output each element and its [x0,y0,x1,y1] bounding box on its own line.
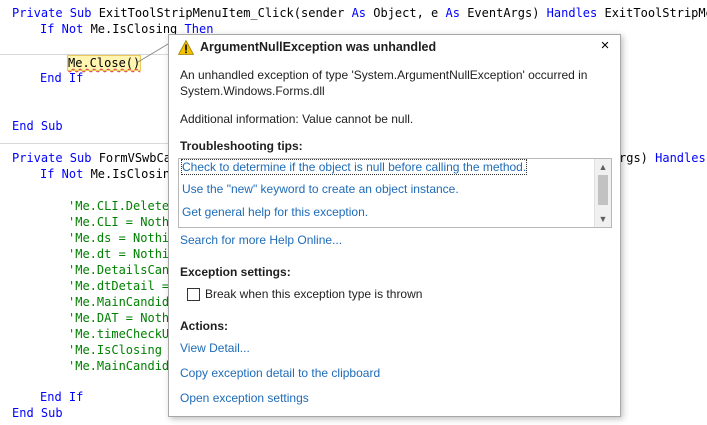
code-line-tail: rgs) Handles [619,151,706,165]
actions-heading: Actions: [180,319,228,333]
comment-line: 'Me.ds = Nothi [68,231,170,245]
search-help-online-link[interactable]: Search for more Help Online... [180,233,342,247]
comment-line: 'Me.dtDetail = [68,279,170,293]
code-line: End If [40,390,84,404]
tip-link[interactable]: Check to determine if the object is null… [180,159,528,175]
scroll-thumb[interactable] [598,175,608,205]
popup-title: ArgumentNullException was unhandled [200,40,437,54]
line-separator [0,143,180,144]
comment-line: 'Me.MainCandid [68,295,170,309]
view-detail-link[interactable]: View Detail... [180,341,250,355]
current-statement: Me.Close() [66,55,142,71]
comment-line: 'Me.timeCheckU [68,327,170,341]
comment-line: 'Me.DAT = Nothi [68,311,177,325]
code-line: Private Sub ExitToolStripMenuItem_Click(… [12,6,707,20]
tips-heading: Troubleshooting tips: [180,139,303,153]
tip-link[interactable]: Use the "new" keyword to create an objec… [182,182,459,196]
comment-line: 'Me.CLI = Nothi [68,215,177,229]
break-on-exception-label[interactable]: Break when this exception type is thrown [205,287,422,301]
tips-scrollbar[interactable]: ▲ ▼ [594,159,611,227]
break-on-exception-checkbox[interactable] [187,288,200,301]
code-line: End Sub [12,119,63,133]
scroll-down-icon[interactable]: ▼ [595,212,611,226]
code-line: End Sub [12,406,63,420]
exception-settings-heading: Exception settings: [180,265,291,279]
code-line: If Not Me.IsClosin [40,167,171,181]
comment-line: 'Me.IsClosing [68,343,170,357]
exception-message: An unhandled exception of type 'System.A… [180,68,588,98]
comment-line: 'Me.CLI.Delete [68,199,170,213]
close-icon[interactable]: × [596,37,614,55]
comment-line: 'Me.MainCandid [68,359,170,373]
comment-line: 'Me.DetailsCan [68,263,170,277]
scroll-up-icon[interactable]: ▲ [595,160,611,174]
popup-header: ArgumentNullException was unhandled × [169,35,620,59]
code-line: Private Sub FormVSwbCar [12,151,179,165]
tip-link[interactable]: Get general help for this exception. [182,205,368,219]
callout-pointer [137,43,169,63]
exception-helper-popup: ArgumentNullException was unhandled × An… [168,34,621,417]
copy-exception-detail-link[interactable]: Copy exception detail to the clipboard [180,366,380,380]
code-line: End If [40,71,84,85]
troubleshooting-tips-list[interactable]: Check to determine if the object is null… [178,158,612,228]
comment-line: 'Me.dt = Nothin [68,247,177,261]
warning-icon [178,40,194,55]
open-exception-settings-link[interactable]: Open exception settings [180,391,309,405]
additional-information: Additional information: Value cannot be … [180,112,414,126]
